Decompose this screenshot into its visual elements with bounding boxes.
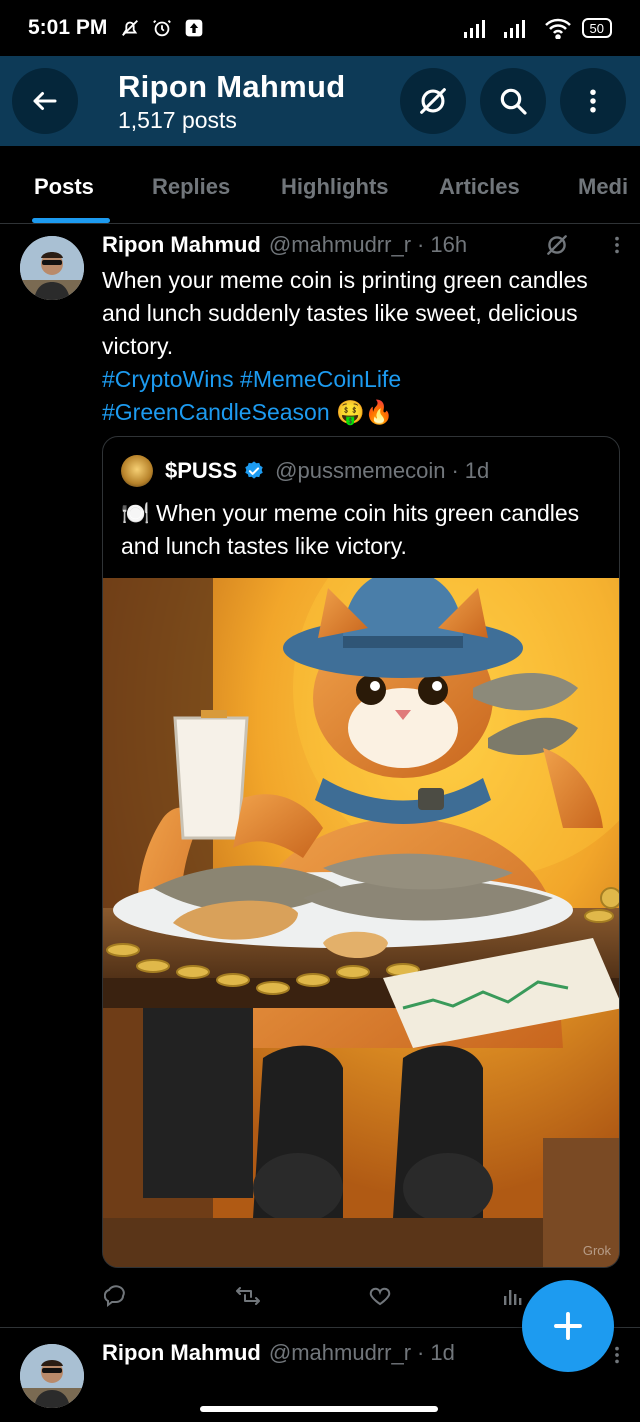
grok-icon bbox=[547, 235, 567, 255]
author-name[interactable]: Ripon Mahmud bbox=[102, 1340, 261, 1366]
separator-dot: · bbox=[417, 1340, 425, 1365]
tab-media[interactable]: Medi bbox=[578, 174, 628, 200]
avatar[interactable] bbox=[20, 236, 84, 300]
post-time: 16h bbox=[430, 232, 468, 257]
quoted-post-image[interactable]: Grok bbox=[103, 498, 619, 1267]
alarm-icon bbox=[151, 17, 173, 39]
views-icon bbox=[504, 1290, 522, 1305]
profile-name: Ripon Mahmud bbox=[118, 68, 346, 104]
quoted-avatar[interactable] bbox=[121, 455, 153, 487]
author-name[interactable]: Ripon Mahmud bbox=[102, 232, 261, 258]
hashtags-line-1[interactable]: #CryptoWins #MemeCoinLife bbox=[102, 366, 401, 392]
wifi-icon bbox=[544, 17, 572, 39]
quoted-post-text: 🍽️ When your meme coin hits green candle… bbox=[121, 500, 580, 559]
author-handle[interactable]: @mahmudrr_r bbox=[269, 232, 411, 258]
mute-icon bbox=[119, 17, 141, 39]
tab-articles[interactable]: Articles bbox=[439, 174, 520, 200]
signal-icon bbox=[463, 17, 494, 39]
header-titles: Ripon Mahmud 1,517 posts bbox=[118, 69, 400, 134]
repost-icon bbox=[236, 1287, 260, 1305]
search-button[interactable] bbox=[480, 68, 546, 134]
separator-dot: · bbox=[417, 232, 425, 257]
grok-icon bbox=[420, 88, 446, 114]
heart-icon bbox=[369, 1287, 391, 1306]
separator-dot: · bbox=[451, 458, 459, 483]
post[interactable]: Ripon Mahmud @mahmudrr_r · 16h When your… bbox=[0, 224, 640, 1328]
more-vertical-icon bbox=[615, 236, 619, 254]
hashtags-line-2[interactable]: #GreenCandleSeason bbox=[102, 399, 330, 425]
home-indicator[interactable] bbox=[200, 1406, 438, 1412]
image-watermark: Grok bbox=[582, 1243, 611, 1258]
post-more-button[interactable] bbox=[606, 232, 628, 263]
more-options-button[interactable] bbox=[560, 68, 626, 134]
post-time: 1d bbox=[430, 1340, 455, 1365]
more-vertical-icon bbox=[615, 1346, 619, 1364]
signal-icon-2 bbox=[503, 17, 534, 39]
profile-tabs: Posts Replies Highlights Articles Medi bbox=[0, 146, 640, 224]
post-body: When your meme coin is printing green ca… bbox=[102, 267, 588, 359]
tab-highlights[interactable]: Highlights bbox=[281, 174, 389, 200]
quoted-post-time: 1d bbox=[464, 458, 490, 483]
post-count: 1,517 posts bbox=[118, 106, 237, 133]
grok-button[interactable] bbox=[400, 68, 466, 134]
verified-badge-icon bbox=[245, 461, 263, 479]
back-button[interactable] bbox=[12, 68, 78, 134]
reply-button[interactable] bbox=[102, 1282, 130, 1310]
tab-posts[interactable]: Posts bbox=[34, 174, 94, 200]
views-button[interactable] bbox=[498, 1282, 526, 1310]
repost-button[interactable] bbox=[234, 1282, 262, 1310]
search-icon bbox=[500, 88, 527, 115]
status-bar: 5:01 PM 50 bbox=[0, 0, 640, 56]
emoji-text: 🤑🔥 bbox=[336, 399, 394, 425]
profile-header: Ripon Mahmud 1,517 posts bbox=[0, 56, 640, 146]
quoted-author-handle[interactable]: @pussmemecoin bbox=[275, 458, 445, 484]
author-handle[interactable]: @mahmudrr_r bbox=[269, 1340, 411, 1366]
post-text: When your meme coin is printing green ca… bbox=[102, 264, 622, 429]
grok-post-button[interactable] bbox=[544, 232, 570, 263]
quoted-post-header: $PUSS @pussmemecoin · 1d bbox=[121, 455, 489, 487]
battery-indicator: 50 bbox=[581, 18, 612, 38]
tab-replies[interactable]: Replies bbox=[152, 174, 230, 200]
quoted-post[interactable]: $PUSS @pussmemecoin · 1d 🍽️ When your me… bbox=[102, 436, 620, 1268]
active-tab-indicator bbox=[32, 218, 110, 223]
more-vertical-icon bbox=[590, 89, 596, 113]
post-more-button[interactable] bbox=[606, 1342, 628, 1373]
quoted-author-name[interactable]: $PUSS bbox=[165, 458, 237, 484]
avatar[interactable] bbox=[20, 1344, 84, 1408]
post-header: Ripon Mahmud @mahmudrr_r · 1d bbox=[102, 1340, 622, 1366]
upload-icon bbox=[183, 17, 205, 39]
like-button[interactable] bbox=[366, 1282, 394, 1310]
reply-icon bbox=[104, 1285, 125, 1307]
status-time: 5:01 PM bbox=[28, 16, 108, 39]
arrow-left-icon bbox=[33, 92, 57, 110]
